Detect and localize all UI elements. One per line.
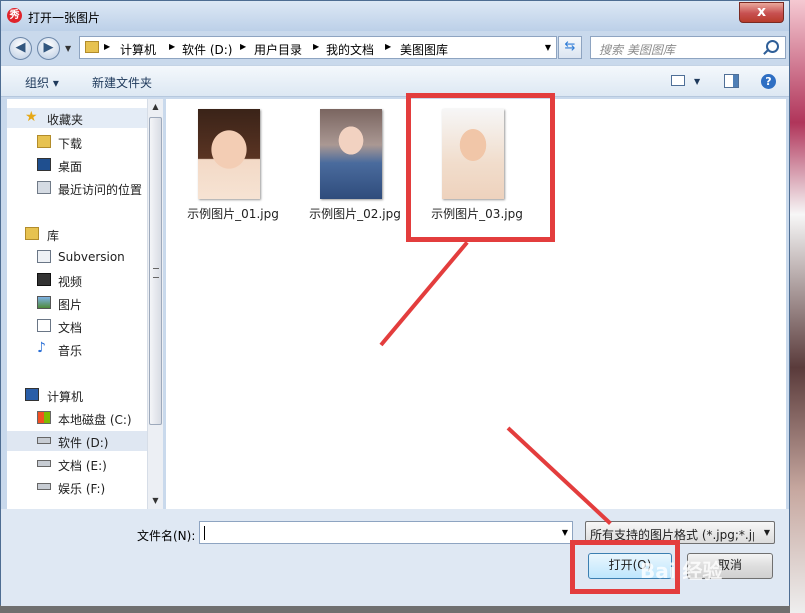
highlight-box-file — [406, 93, 555, 242]
computer-icon — [25, 388, 39, 401]
sidebar-item-label: 最近访问的位置 — [58, 183, 143, 197]
star-icon: ★ — [25, 109, 38, 125]
app-logo-icon: 秀 — [7, 8, 22, 23]
filename-label: 文件名(N): — [137, 529, 196, 543]
text-caret — [204, 526, 205, 540]
sidebar-item-drive-f[interactable]: 娱乐 (F:) — [7, 477, 147, 497]
new-folder-button[interactable]: 新建文件夹 — [92, 74, 152, 91]
hard-drive-icon — [37, 483, 51, 490]
chevron-right-icon[interactable]: ▶ — [169, 42, 175, 51]
filename-field[interactable]: ▼ — [199, 521, 573, 544]
sidebar-item-label: 收藏夹 — [47, 113, 84, 127]
breadcrumb-meitu-gallery[interactable]: 美图图库 — [400, 41, 448, 58]
sidebar-item-label: 本地磁盘 (C:) — [58, 413, 132, 427]
document-library-icon — [37, 250, 51, 263]
file-name: 示例图片_01.jpg — [187, 207, 279, 221]
grip-icon — [153, 268, 159, 278]
download-folder-icon — [37, 135, 51, 148]
sidebar-item-label: Subversion — [58, 250, 125, 264]
sidebar-item-documents[interactable]: 文档 — [7, 316, 147, 336]
documents-icon — [37, 319, 51, 332]
change-view-icon[interactable] — [671, 75, 685, 86]
sidebar-item-downloads[interactable]: 下载 — [7, 132, 147, 152]
file-tile[interactable]: 示例图片_02.jpg — [296, 99, 414, 221]
preview-pane-icon[interactable] — [724, 74, 739, 88]
sidebar-item-label: 图片 — [58, 298, 83, 312]
sidebar-item-recent-places[interactable]: 最近访问的位置 — [7, 178, 147, 198]
scroll-up-icon[interactable]: ▲ — [148, 99, 163, 114]
sidebar-item-subversion[interactable]: Subversion — [7, 247, 147, 267]
close-button[interactable]: x — [739, 2, 784, 23]
photo-thumbnail — [198, 109, 260, 199]
video-icon — [37, 273, 51, 286]
sidebar-item-label: 视频 — [58, 275, 83, 289]
search-placeholder: 搜索 美图图库 — [599, 43, 675, 57]
file-tile[interactable]: 示例图片_01.jpg — [174, 99, 292, 221]
address-bar[interactable]: ▶ 计算机 ▶ 软件 (D:) ▶ 用户目录 ▶ 我的文档 ▶ 美图图库 ▼ — [79, 36, 557, 59]
navigation-pane: ★ 收藏夹 下载 桌面 最近访问的位置 库 Subversion 视频 图片 文… — [7, 99, 163, 509]
forward-button[interactable]: ▶ — [37, 37, 60, 60]
photo-thumbnail — [320, 109, 382, 199]
filename-dropdown-icon[interactable]: ▼ — [562, 528, 568, 537]
breadcrumb-computer[interactable]: 计算机 — [120, 41, 156, 58]
window-title: 打开一张图片 — [28, 11, 101, 25]
sidebar-item-label: 库 — [47, 229, 60, 243]
chevron-right-icon[interactable]: ▶ — [385, 42, 391, 51]
navigation-bar: ◀ ▶ ▼ ▶ 计算机 ▶ 软件 (D:) ▶ 用户目录 ▶ 我的文档 ▶ 美图… — [1, 31, 789, 65]
command-toolbar: 组织 ▾ 新建文件夹 ▼ ? — [1, 65, 789, 97]
recent-places-icon — [37, 181, 51, 194]
sidebar-item-label: 文档 (E:) — [58, 459, 107, 473]
search-icon[interactable] — [766, 40, 779, 53]
title-bar[interactable]: 秀 打开一张图片 x — [1, 1, 789, 31]
breadcrumb-my-documents[interactable]: 我的文档 — [326, 41, 374, 58]
hard-drive-icon — [37, 460, 51, 467]
scroll-down-icon[interactable]: ▼ — [148, 493, 163, 508]
organize-button[interactable]: 组织 ▾ — [25, 74, 59, 91]
sidebar-item-desktop[interactable]: 桌面 — [7, 155, 147, 175]
help-icon[interactable]: ? — [761, 74, 776, 89]
sidebar-item-label: 音乐 — [58, 344, 83, 358]
sidebar-scrollbar[interactable]: ▲ ▼ — [147, 99, 163, 509]
refresh-button[interactable]: ⇆ — [558, 36, 582, 59]
chevron-right-icon[interactable]: ▶ — [240, 42, 246, 51]
breadcrumb-user-dir[interactable]: 用户目录 — [254, 41, 302, 58]
folder-icon — [85, 41, 99, 53]
file-name: 示例图片_02.jpg — [309, 207, 401, 221]
windows-drive-icon — [37, 411, 51, 424]
sidebar-item-drive-d[interactable]: 软件 (D:) — [7, 431, 147, 451]
sidebar-item-label: 娱乐 (F:) — [58, 482, 106, 496]
search-input[interactable]: 搜索 美图图库 — [590, 36, 786, 59]
sidebar-item-label: 下载 — [58, 137, 83, 151]
sidebar-item-music[interactable]: ♪ 音乐 — [7, 339, 147, 359]
watermark-logo: Bai 经验 — [640, 559, 723, 583]
desktop-icon — [37, 158, 51, 171]
open-file-dialog: 秀 打开一张图片 x ◀ ▶ ▼ ▶ 计算机 ▶ 软件 (D:) ▶ 用户目录 … — [0, 0, 790, 606]
history-dropdown-icon[interactable]: ▼ — [65, 44, 71, 53]
chevron-right-icon[interactable]: ▶ — [104, 42, 110, 51]
sidebar-item-drive-c[interactable]: 本地磁盘 (C:) — [7, 408, 147, 428]
sidebar-item-pictures[interactable]: 图片 — [7, 293, 147, 313]
breadcrumb-drive-d[interactable]: 软件 (D:) — [182, 41, 232, 58]
sidebar-item-label: 软件 (D:) — [58, 436, 109, 450]
sidebar-item-drive-e[interactable]: 文档 (E:) — [7, 454, 147, 474]
back-button[interactable]: ◀ — [9, 37, 32, 60]
view-dropdown-icon[interactable]: ▼ — [694, 77, 700, 86]
sidebar-item-favorites[interactable]: ★ 收藏夹 — [7, 108, 147, 128]
library-icon — [25, 227, 39, 240]
sidebar-item-label: 文档 — [58, 321, 83, 335]
sidebar-item-computer[interactable]: 计算机 — [7, 385, 147, 405]
background-window-edge — [790, 0, 805, 613]
hard-drive-icon — [37, 437, 51, 444]
chevron-right-icon[interactable]: ▶ — [313, 42, 319, 51]
address-dropdown-icon[interactable]: ▼ — [545, 43, 551, 52]
chevron-down-icon[interactable]: ▼ — [764, 528, 770, 537]
music-note-icon: ♪ — [37, 340, 46, 356]
sidebar-item-label: 计算机 — [47, 390, 84, 404]
sidebar-item-videos[interactable]: 视频 — [7, 270, 147, 290]
scroll-thumb[interactable] — [149, 117, 162, 425]
sidebar-item-libraries[interactable]: 库 — [7, 224, 147, 244]
pictures-icon — [37, 296, 51, 309]
sidebar-item-label: 桌面 — [58, 160, 83, 174]
